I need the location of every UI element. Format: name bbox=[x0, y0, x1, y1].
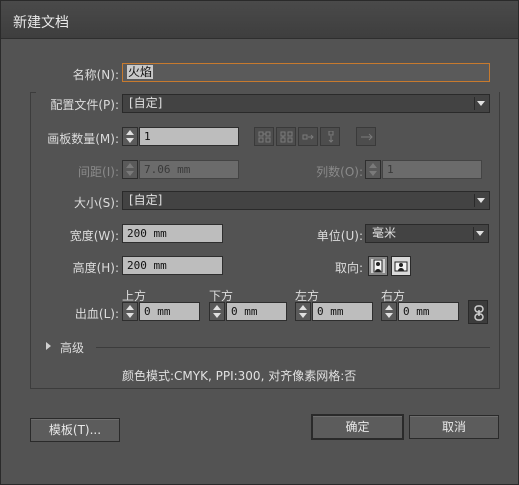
chevron-down-icon bbox=[476, 231, 484, 236]
chevron-down-icon bbox=[477, 101, 485, 106]
window-title: 新建文档 bbox=[13, 15, 69, 31]
width-input[interactable]: 200 mm bbox=[122, 224, 223, 243]
select-separator bbox=[474, 194, 475, 207]
orientation-label: 取向: bbox=[334, 261, 363, 275]
bleed-top-stepper[interactable] bbox=[122, 302, 138, 321]
size-select[interactable]: [自定] bbox=[122, 191, 490, 210]
height-label: 高度(H): bbox=[72, 261, 119, 275]
title-bar[interactable]: 新建文档 bbox=[1, 1, 518, 39]
units-select[interactable]: 毫米 bbox=[365, 224, 489, 243]
name-value: 火焰 bbox=[127, 65, 154, 79]
new-document-dialog: 新建文档 名称(N): 火焰 配置文件(P): [自定] 画板数量(M): 1 … bbox=[0, 0, 519, 485]
artboards-input[interactable]: 1 bbox=[139, 127, 239, 146]
select-separator bbox=[473, 227, 474, 240]
portrait-icon[interactable] bbox=[368, 256, 388, 276]
grid-by-column-icon[interactable] bbox=[276, 127, 296, 146]
arrow-right-icon[interactable] bbox=[356, 127, 376, 146]
name-label: 名称(N): bbox=[72, 68, 119, 82]
advanced-divider bbox=[96, 347, 490, 348]
arrange-by-column-icon[interactable] bbox=[320, 127, 340, 146]
select-separator bbox=[474, 97, 475, 110]
landscape-icon[interactable] bbox=[391, 256, 411, 276]
units-value: 毫米 bbox=[372, 226, 397, 240]
columns-stepper[interactable] bbox=[365, 160, 381, 179]
cancel-button[interactable]: 取消 bbox=[409, 415, 499, 439]
spacing-stepper[interactable] bbox=[122, 160, 138, 179]
columns-input[interactable]: 1 bbox=[382, 160, 482, 179]
bleed-label: 出血(L): bbox=[74, 307, 119, 321]
profile-value: [自定] bbox=[129, 96, 163, 110]
bleed-bottom-input[interactable]: 0 mm bbox=[226, 302, 287, 321]
profile-select[interactable]: [自定] bbox=[122, 94, 490, 113]
size-value: [自定] bbox=[129, 193, 163, 207]
profile-label: 配置文件(P): bbox=[50, 98, 119, 112]
bleed-right-input[interactable]: 0 mm bbox=[398, 302, 459, 321]
bleed-left-input[interactable]: 0 mm bbox=[312, 302, 373, 321]
height-input[interactable]: 200 mm bbox=[122, 256, 223, 275]
arrange-by-row-icon[interactable] bbox=[298, 127, 318, 146]
link-icon[interactable] bbox=[468, 300, 488, 324]
chevron-right-icon[interactable] bbox=[46, 342, 51, 350]
spacing-input[interactable]: 7.06 mm bbox=[139, 160, 239, 179]
size-label: 大小(S): bbox=[73, 196, 119, 210]
bleed-left-stepper[interactable] bbox=[295, 302, 311, 321]
spacing-label: 间距(I): bbox=[78, 165, 119, 179]
document-info: 颜色模式:CMYK, PPI:300, 对齐像素网格:否 bbox=[122, 369, 357, 383]
templates-button[interactable]: 模板(T)... bbox=[30, 418, 120, 442]
width-label: 宽度(W): bbox=[69, 229, 119, 243]
units-label: 单位(U): bbox=[316, 229, 363, 243]
bleed-top-input[interactable]: 0 mm bbox=[139, 302, 200, 321]
ok-button[interactable]: 确定 bbox=[311, 414, 404, 440]
artboards-label: 画板数量(M): bbox=[47, 132, 119, 146]
chevron-down-icon bbox=[477, 198, 485, 203]
advanced-toggle[interactable]: 高级 bbox=[60, 339, 84, 356]
columns-label: 列数(O): bbox=[316, 165, 363, 179]
grid-by-row-icon[interactable] bbox=[254, 127, 274, 146]
artboards-stepper[interactable] bbox=[122, 127, 138, 146]
name-input[interactable]: 火焰 bbox=[122, 63, 490, 82]
bleed-right-stepper[interactable] bbox=[381, 302, 397, 321]
bleed-bottom-stepper[interactable] bbox=[209, 302, 225, 321]
group-top-line-left bbox=[30, 92, 36, 93]
